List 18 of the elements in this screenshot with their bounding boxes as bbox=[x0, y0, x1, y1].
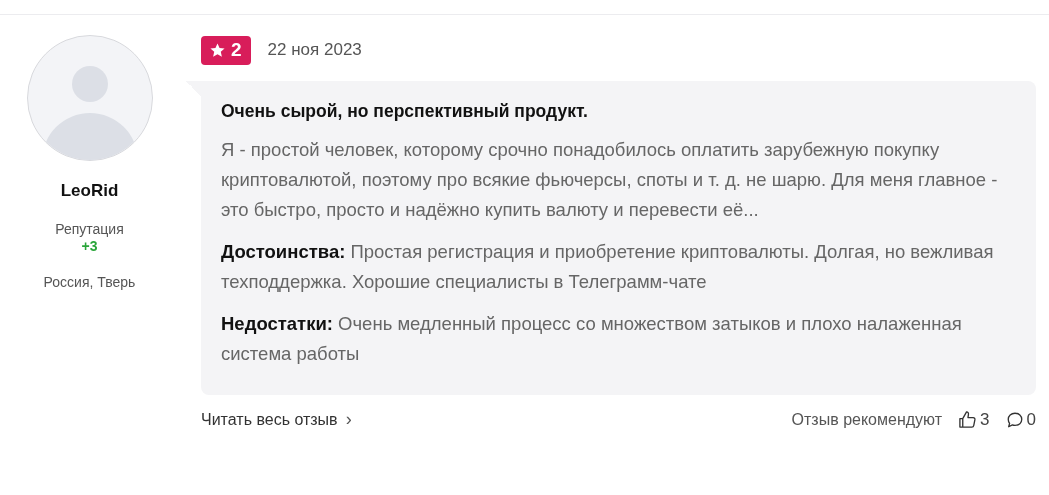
review-text: Я - простой человек, которому срочно понадобилось оплатить зарубежную покупку криптовалютой, поэтому про всякие фьючерсы, споты и т. д. не шарю. Для меня главное - это быстро, просто и надёжно купить валюту и перевести её... bbox=[221, 138, 999, 222]
review-date: 22 ноя 2023 bbox=[267, 40, 362, 60]
comment-icon bbox=[1005, 410, 1024, 429]
cons-text: Недостатки: Очень медленный процесс со множеством затыков и плохо налаженная система работы bbox=[221, 312, 963, 366]
read-more-link[interactable]: Читать весь отзыв › bbox=[201, 409, 352, 430]
like-button[interactable]: 3 bbox=[958, 409, 990, 430]
comments-button[interactable]: 0 bbox=[1005, 409, 1036, 430]
rating-badge: 2 bbox=[201, 35, 251, 65]
author-name[interactable]: LeoRid bbox=[60, 181, 119, 201]
review-title: Очень сырой, но перспективный продукт. bbox=[221, 101, 589, 122]
star-icon bbox=[209, 41, 226, 59]
thumbs-up-icon bbox=[958, 410, 978, 429]
recommend-label: Отзыв рекомендуют bbox=[791, 410, 943, 429]
reputation-value: +3 bbox=[81, 238, 98, 254]
pros-text: Достоинства: Простая регистрация и приобретение криптовалюты. Долгая, но вежливая техподдержка. Хорошие специалисты в Телеграмм-чате bbox=[221, 240, 995, 294]
author-location: Россия, Тверь bbox=[43, 274, 136, 290]
avatar-icon bbox=[26, 35, 153, 161]
reputation-label: Репутация bbox=[55, 221, 124, 237]
